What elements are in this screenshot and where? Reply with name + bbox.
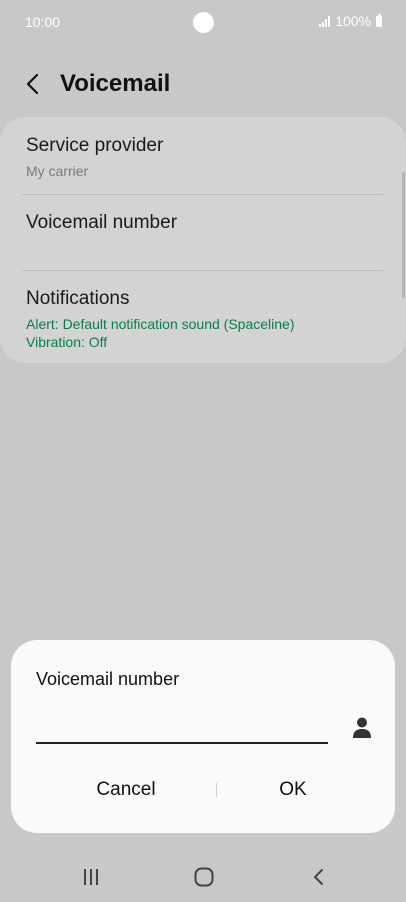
- setting-title: Notifications: [26, 288, 130, 309]
- home-icon: [194, 867, 214, 887]
- divider: [22, 194, 383, 195]
- battery-percent: 100%: [335, 13, 371, 29]
- nav-back-button[interactable]: [304, 864, 334, 890]
- back-arrow-icon: [26, 73, 39, 95]
- contact-picker-button[interactable]: [351, 716, 373, 740]
- status-time: 10:00: [25, 14, 61, 30]
- notifications-item[interactable]: Notifications Alert: Default notificatio…: [26, 288, 386, 351]
- front-camera: [193, 12, 214, 33]
- status-icons: 100%: [319, 13, 382, 29]
- notification-alert: Alert: Default notification sound (Space…: [26, 316, 295, 332]
- navigation-bar: [0, 852, 406, 902]
- voicemail-number-item[interactable]: Voicemail number: [26, 212, 386, 234]
- signal-icon: [319, 15, 331, 27]
- home-button[interactable]: [189, 864, 219, 890]
- voicemail-number-input[interactable]: [36, 712, 328, 744]
- recents-button[interactable]: [76, 864, 106, 890]
- app-header: Voicemail: [0, 60, 406, 110]
- settings-card: Service provider My carrier Voicemail nu…: [0, 117, 406, 363]
- ok-button[interactable]: OK: [207, 770, 379, 810]
- voicemail-number-dialog: Voicemail number Cancel OK: [11, 640, 395, 833]
- battery-icon: [376, 13, 382, 27]
- status-bar: 10:00 100%: [0, 0, 406, 44]
- cancel-button[interactable]: Cancel: [40, 770, 212, 810]
- scrollbar[interactable]: [402, 172, 405, 298]
- setting-title: Voicemail number: [26, 212, 178, 233]
- person-icon: [353, 717, 371, 738]
- setting-subtitle: My carrier: [26, 163, 89, 179]
- dialog-title: Voicemail number: [36, 669, 180, 689]
- page-title: Voicemail: [60, 70, 171, 97]
- setting-title: Service provider: [26, 135, 164, 156]
- recents-icon: [84, 869, 98, 885]
- notification-vibration: Vibration: Off: [26, 334, 108, 350]
- back-button[interactable]: [20, 70, 48, 98]
- nav-back-icon: [314, 869, 323, 885]
- service-provider-item[interactable]: Service provider My carrier: [26, 135, 386, 179]
- divider: [22, 270, 383, 271]
